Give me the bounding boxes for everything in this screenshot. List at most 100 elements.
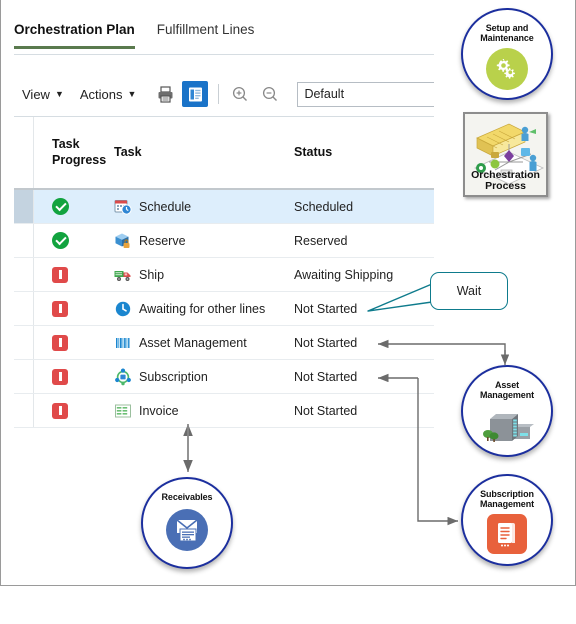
row-gutter	[14, 360, 34, 393]
node-art	[486, 47, 528, 90]
table-row[interactable]: Reserve Reserved	[14, 224, 434, 258]
clock-icon	[115, 301, 131, 316]
detail-view-icon[interactable]	[182, 81, 209, 107]
node-label: Receivables	[162, 492, 213, 502]
toolbar-separator	[218, 84, 220, 104]
row-gutter	[14, 258, 34, 291]
column-header-task[interactable]: Task	[114, 145, 294, 161]
cell-task: Ship	[114, 266, 294, 284]
cell-task-progress	[34, 368, 114, 385]
row-gutter	[14, 190, 34, 223]
chevron-down-icon: ▼	[127, 88, 137, 99]
node-label-line1: Asset	[494, 380, 519, 390]
task-label: Invoice	[139, 403, 179, 418]
cell-task: Subscription	[114, 368, 294, 386]
box-lock-icon	[115, 233, 130, 248]
network-nodes-icon	[115, 368, 131, 385]
cell-task-progress	[34, 232, 114, 249]
row-gutter	[14, 292, 34, 325]
task-label: Reserve	[139, 233, 186, 248]
cell-status: Awaiting Shipping	[294, 267, 394, 282]
print-icon[interactable]	[152, 81, 178, 107]
node-label: Subscription Management	[480, 489, 534, 510]
table-row[interactable]: Subscription Not Started	[14, 360, 434, 394]
actions-menu-label: Actions	[79, 86, 123, 102]
status-stopped-icon	[52, 368, 68, 385]
node-label: Setup and Maintenance	[480, 23, 534, 44]
status-stopped-icon	[52, 266, 68, 283]
barcode-icon	[116, 337, 130, 348]
wait-callout: Wait	[430, 272, 508, 310]
tab-orchestration-plan[interactable]: Orchestration Plan	[14, 22, 135, 49]
node-setup-and-maintenance[interactable]: Setup and Maintenance	[461, 8, 553, 100]
node-label-line1: Setup and	[485, 23, 529, 33]
row-gutter	[14, 224, 34, 257]
header-gutter	[14, 117, 34, 188]
table-row[interactable]: Invoice Not Started	[14, 394, 434, 428]
row-gutter	[14, 326, 34, 359]
task-label: Awaiting for other lines	[139, 301, 266, 316]
node-art	[166, 509, 208, 552]
view-menu[interactable]: View ▼	[22, 87, 64, 102]
node-label-line1: Receivables	[161, 492, 213, 502]
status-stopped-icon	[52, 334, 68, 351]
task-label: Subscription	[139, 369, 208, 384]
table-row[interactable]: Awaiting for other lines Not Started	[14, 292, 434, 326]
node-label-line2: Process	[485, 179, 526, 192]
status-stopped-icon	[52, 300, 68, 317]
node-receivables[interactable]: Receivables	[141, 477, 233, 569]
column-header-task-progress[interactable]: Task Progress	[34, 137, 114, 168]
node-label: Orchestration Process	[465, 169, 546, 192]
status-complete-icon	[52, 198, 69, 215]
cell-task: Invoice	[114, 402, 294, 420]
table-toolbar: View ▼ Actions ▼	[14, 73, 434, 115]
zoom-out-icon[interactable]	[257, 81, 283, 107]
cell-status: Reserved	[294, 233, 348, 248]
cell-status: Not Started	[294, 335, 358, 350]
calendar-clock-icon	[114, 199, 132, 215]
envelope-invoice-icon	[166, 509, 208, 552]
node-label: Asset Management	[480, 380, 534, 401]
node-label-line2: Maintenance	[480, 33, 534, 44]
cell-status: Not Started	[294, 301, 358, 316]
zoom-in-icon[interactable]	[227, 81, 253, 107]
task-label: Ship	[139, 267, 165, 282]
header-task-progress-line2: Progress	[52, 152, 107, 167]
grid-table-icon	[115, 404, 131, 417]
cell-status: Not Started	[294, 403, 358, 418]
node-orchestration-process[interactable]: Orchestration Process	[463, 112, 548, 197]
node-label-line2: Management	[479, 499, 534, 510]
building-icon	[483, 413, 534, 442]
cell-task-progress	[34, 266, 114, 283]
column-header-status[interactable]: Status	[294, 145, 434, 161]
table-header-row: Task Progress Task Status	[14, 117, 434, 190]
orchestration-plan-table: Task Progress Task Status Schedule Sched…	[14, 117, 434, 428]
task-label: Asset Management	[139, 335, 247, 350]
task-label: Schedule	[139, 199, 192, 214]
table-row[interactable]: Asset Management Not Started	[14, 326, 434, 360]
table-row[interactable]: Schedule Scheduled	[14, 190, 434, 224]
row-gutter	[14, 394, 34, 427]
document-scroll-icon	[487, 513, 527, 554]
tab-divider	[14, 54, 434, 55]
node-label-line1: Subscription	[480, 489, 534, 499]
view-menu-label: View	[22, 86, 50, 102]
cell-task-progress	[34, 334, 114, 351]
table-row[interactable]: Ship Awaiting Shipping	[14, 258, 434, 292]
node-subscription-management[interactable]: Subscription Management	[461, 474, 553, 566]
cell-task: Asset Management	[114, 334, 294, 352]
node-art	[487, 513, 527, 554]
node-asset-management[interactable]: Asset Management	[461, 365, 553, 457]
header-task-progress-line1: Task	[52, 136, 80, 151]
wait-callout-label: Wait	[456, 284, 482, 298]
cell-task: Reserve	[114, 232, 294, 250]
cell-task-progress	[34, 300, 114, 317]
gears-icon	[486, 47, 528, 90]
actions-menu[interactable]: Actions ▼	[80, 87, 137, 102]
cell-task-progress	[34, 402, 114, 419]
node-art	[480, 405, 534, 450]
view-name-input[interactable]	[297, 81, 434, 107]
tab-fulfillment-lines[interactable]: Fulfillment Lines	[157, 22, 255, 49]
cell-status: Scheduled	[294, 199, 354, 214]
node-label-line2: Management	[479, 390, 534, 401]
